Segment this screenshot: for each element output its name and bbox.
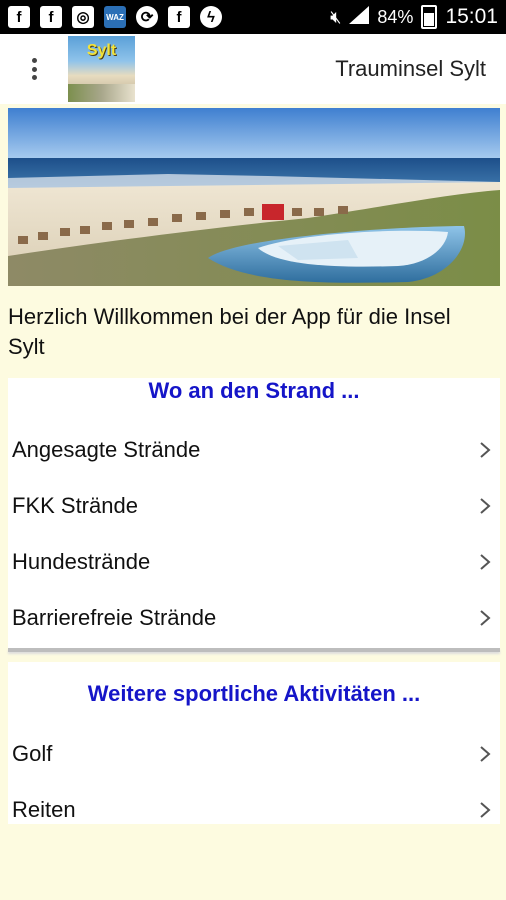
instagram-icon: ◎ [72, 6, 94, 28]
app-logo-text: Sylt [86, 42, 117, 59]
system-status: 🔇︎ 84% 15:01 [330, 5, 506, 29]
section-heading-sports: Weitere sportliche Aktivitäten ... [87, 681, 421, 706]
battery-percent: 84% [377, 6, 414, 27]
app-title: Trauminsel Sylt [335, 56, 486, 81]
battery-icon [421, 5, 438, 29]
chevron-right-icon [480, 802, 491, 818]
list-item-label: Hundestrände [12, 549, 151, 574]
list-item-label: Golf [12, 741, 53, 766]
section-heading-beach: Wo an den Strand ... [148, 378, 360, 403]
list-item-label: FKK Strände [12, 493, 138, 518]
list-item-barrierefreie-straende[interactable]: Barrierefreie Strände [8, 590, 500, 646]
sports-section: Weitere sportliche Aktivitäten ... Golf … [8, 662, 500, 824]
waz-icon: WAZ [104, 6, 126, 28]
section-divider [8, 648, 500, 652]
list-item-label: Barrierefreie Strände [12, 605, 217, 630]
notification-icons: f f ◎ WAZ ⟳ f ϟ [0, 6, 222, 28]
action-bar: Sylt Trauminsel Sylt [0, 34, 506, 104]
facebook-icon: f [40, 6, 62, 28]
status-bar: f f ◎ WAZ ⟳ f ϟ 🔇︎ 84% 15:01 [0, 0, 506, 34]
overflow-menu-icon[interactable] [20, 54, 48, 84]
clock: 15:01 [445, 5, 498, 28]
list-item-reiten[interactable]: Reiten [8, 782, 500, 838]
chevron-right-icon [480, 746, 491, 762]
list-item-label: Reiten [12, 797, 76, 822]
chevron-right-icon [480, 554, 491, 570]
messenger-icon: ϟ [200, 6, 222, 28]
chevron-right-icon [480, 442, 491, 458]
list-item-golf[interactable]: Golf [8, 726, 500, 782]
facebook-icon: f [8, 6, 30, 28]
hero-beach-image [8, 108, 500, 286]
app-logo: Sylt [68, 36, 135, 102]
facebook-icon: f [168, 6, 190, 28]
list-item-hundestraende[interactable]: Hundestrände [8, 534, 500, 590]
signal-icon [349, 5, 370, 29]
waz-label: WAZ [106, 12, 124, 22]
welcome-text: Herzlich Willkommen bei der App für die … [8, 304, 451, 359]
mute-icon: 🔇︎ [330, 6, 342, 27]
beach-section: Wo an den Strand ... Angesagte Strände F… [8, 378, 500, 648]
list-item-fkk-straende[interactable]: FKK Strände [8, 478, 500, 534]
sync-icon: ⟳ [136, 6, 158, 28]
list-item-angesagte-straende[interactable]: Angesagte Strände [8, 422, 500, 478]
list-item-label: Angesagte Strände [12, 437, 201, 462]
chevron-right-icon [480, 610, 491, 626]
chevron-right-icon [480, 498, 491, 514]
